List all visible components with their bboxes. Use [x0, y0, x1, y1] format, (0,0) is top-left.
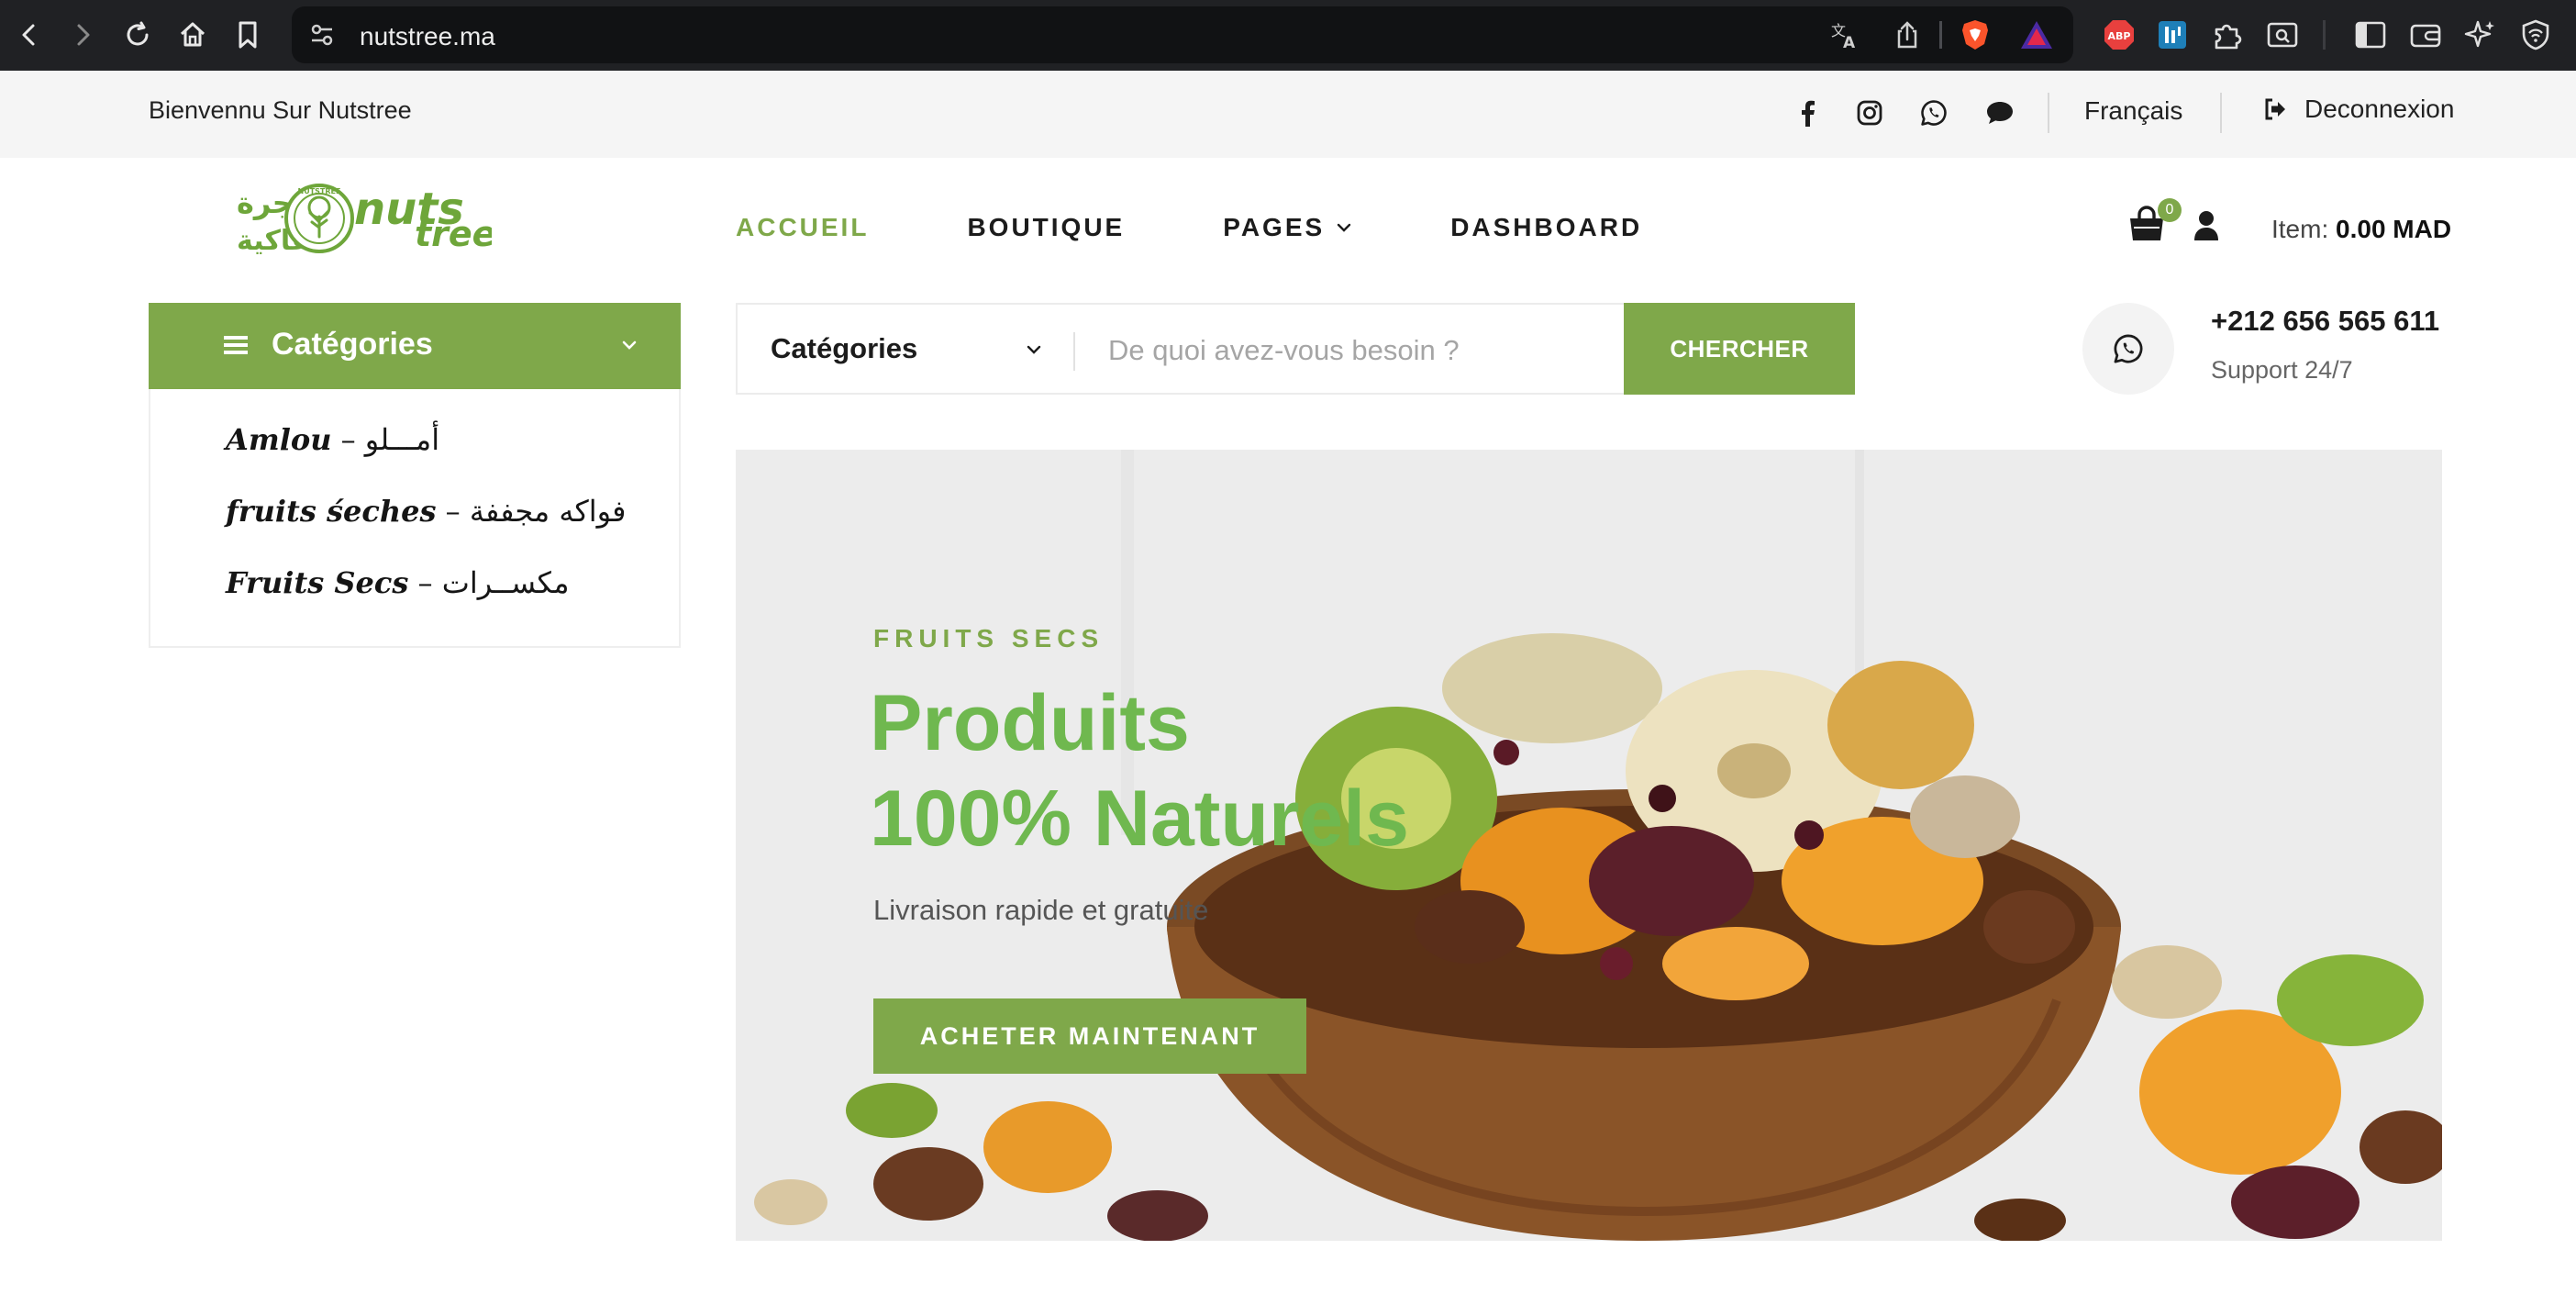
search-input[interactable]	[1108, 327, 1622, 374]
translate-icon[interactable]: 文A	[1829, 19, 1860, 52]
url-text[interactable]: nutstree.ma	[360, 22, 495, 51]
hero-eyebrow: FRUITS SECS	[873, 624, 1105, 652]
leo-ai-icon[interactable]	[2462, 17, 2499, 53]
search-page-icon[interactable]	[2264, 17, 2301, 53]
forward-icon[interactable]	[64, 17, 101, 53]
sidebar-icon[interactable]	[2352, 17, 2389, 53]
main-navigation: ACCUEIL BOUTIQUE PAGES DASHBOARD	[736, 213, 1740, 242]
search-divider	[1073, 332, 1075, 371]
hamburger-icon	[222, 332, 250, 358]
language-selector[interactable]: Français	[2084, 96, 2182, 126]
nav-item-boutique[interactable]: BOUTIQUE	[967, 213, 1125, 242]
back-icon[interactable]	[11, 17, 48, 53]
brave-rewards-icon[interactable]	[2018, 17, 2055, 52]
welcome-text: Bienvennu Sur Nutstree	[149, 96, 412, 124]
nav-item-accueil[interactable]: ACCUEIL	[736, 213, 869, 242]
cart-count-badge: 0	[2158, 198, 2182, 222]
chevron-down-icon	[1336, 219, 1352, 236]
search-button[interactable]: CHERCHER	[1624, 303, 1855, 395]
categories-toggle[interactable]: Catégories	[149, 303, 681, 389]
support-label: Support 24/7	[2211, 356, 2353, 384]
facebook-icon[interactable]	[1789, 95, 1826, 131]
category-item-amlou[interactable]: Amlou – أمـــلو	[226, 422, 439, 457]
logout-label: Deconnexion	[2304, 95, 2455, 123]
svg-text:NUTSTREE: NUTSTREE	[298, 187, 341, 195]
share-icon[interactable]	[1892, 19, 1923, 50]
vpn-icon[interactable]	[2517, 17, 2554, 53]
toolbar-separator	[2323, 20, 2326, 50]
hero-title: Produits 100% Naturels	[870, 675, 1409, 866]
nav-item-pages[interactable]: PAGES	[1223, 213, 1352, 242]
chevron-down-icon	[618, 334, 640, 356]
category-item-fruits-seches[interactable]: fruits śeches – فواكه مجففة	[226, 494, 626, 529]
chevron-down-icon[interactable]	[1024, 340, 1044, 360]
search-bar: Catégories CHERCHER	[736, 303, 1855, 395]
address-bar[interactable]: nutstree.ma 文A	[292, 6, 2073, 63]
nav-item-dashboard[interactable]: DASHBOARD	[1450, 213, 1642, 242]
svg-text:tree: tree	[415, 214, 492, 254]
whatsapp-icon[interactable]	[1915, 95, 1952, 131]
svg-text:ABP: ABP	[2108, 30, 2131, 42]
hero-banner: FRUITS SECS Produits 100% Naturels Livra…	[736, 450, 2442, 1241]
site-logo[interactable]: شجرة الفاكية NUTSTREE nuts tree	[147, 180, 495, 257]
hero-title-line-2: 100% Naturels	[870, 775, 1409, 863]
cart-total-amount: 0.00 MAD	[2336, 215, 2452, 243]
browser-toolbar: nutstree.ma 文A ABP	[0, 0, 2576, 71]
instagram-icon[interactable]	[1851, 95, 1888, 131]
category-item-fruits-secs[interactable]: Fruits Secs – مكســرات	[226, 565, 569, 600]
reload-icon[interactable]	[119, 17, 156, 53]
cart-total[interactable]: Item: 0.00 MAD	[2271, 215, 2451, 244]
hero-title-line-1: Produits	[870, 679, 1190, 767]
puzzle-extensions-icon[interactable]	[2209, 17, 2246, 53]
topbar-divider	[2220, 93, 2222, 133]
support-phone[interactable]: +212 656 565 611	[2211, 305, 2439, 338]
categories-title: Catégories	[272, 327, 433, 362]
whatsapp-icon	[2114, 334, 2143, 363]
top-info-bar: Bienvennu Sur Nutstree Français Deconnex…	[0, 71, 2576, 158]
chat-icon[interactable]	[1982, 95, 2018, 131]
bookmark-icon[interactable]	[229, 17, 266, 53]
hero-subtitle: Livraison rapide et gratuite	[873, 894, 1209, 926]
home-icon[interactable]	[174, 17, 211, 53]
sign-out-icon	[2262, 96, 2288, 122]
svg-text:A: A	[1843, 34, 1856, 50]
site-settings-icon[interactable]	[308, 21, 338, 50]
search-category-select[interactable]: Catégories	[771, 332, 917, 365]
wallet-icon[interactable]	[2407, 17, 2444, 53]
support-whatsapp-button[interactable]	[2082, 303, 2174, 395]
user-account-icon[interactable]	[2193, 209, 2224, 246]
logout-link[interactable]: Deconnexion	[2262, 95, 2454, 124]
adblock-plus-icon[interactable]: ABP	[2101, 17, 2137, 53]
cart-items-label: Item:	[2271, 215, 2329, 243]
categories-list: Amlou – أمـــلو fruits śeches – فواكه مج…	[149, 389, 681, 648]
extension-icon[interactable]	[2154, 17, 2191, 53]
topbar-divider	[2048, 93, 2049, 133]
brave-shield-icon[interactable]	[1958, 17, 1993, 52]
urlbar-divider	[1939, 21, 1942, 49]
buy-now-button[interactable]: ACHETER MAINTENANT	[873, 998, 1306, 1074]
